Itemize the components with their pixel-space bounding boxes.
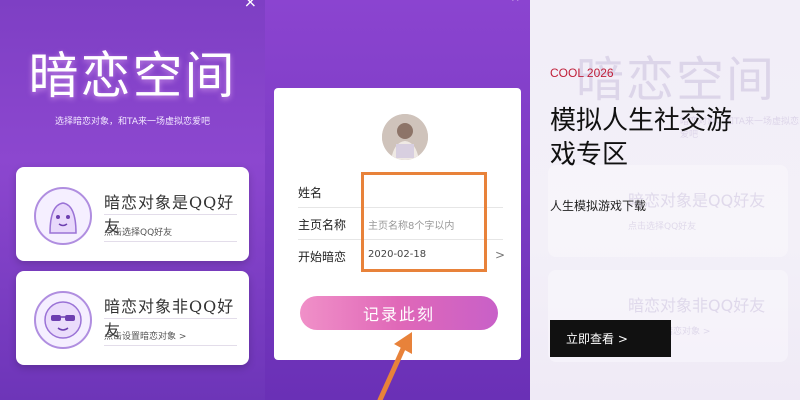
ghost-mascot-icon bbox=[34, 187, 92, 245]
sunglasses-face-icon bbox=[34, 291, 92, 349]
divider bbox=[104, 345, 237, 346]
avatar[interactable] bbox=[382, 114, 428, 160]
ghost-card-subtitle: 点击选择QQ好友 bbox=[628, 222, 697, 232]
annotation-arrow-icon bbox=[377, 332, 412, 400]
record-moment-button[interactable]: 记录此刻 bbox=[300, 296, 498, 330]
card-subtitle: 点击设置暗恋对象 > bbox=[104, 332, 187, 342]
chevron-right-icon: > bbox=[494, 248, 505, 262]
ad-description: 人生模拟游戏下载 bbox=[550, 199, 647, 213]
field-label: 开始暗恋 bbox=[298, 250, 347, 264]
card-qq-friend[interactable]: 暗恋对象是QQ好友 点击选择QQ好友 bbox=[16, 167, 249, 261]
top-bar: × bbox=[265, 0, 530, 5]
ad-headline: 模拟人生社交游戏专区 bbox=[550, 106, 733, 170]
field-label: 姓名 bbox=[298, 186, 323, 200]
ghost-card-title: 暗恋对象是QQ好友 bbox=[628, 191, 766, 210]
field-label: 主页名称 bbox=[298, 218, 347, 232]
card-subtitle: 点击选择QQ好友 bbox=[104, 228, 173, 238]
view-now-button[interactable]: 立即查看 > bbox=[550, 320, 671, 357]
divider bbox=[104, 318, 237, 319]
close-icon[interactable]: × bbox=[511, 0, 520, 4]
ad-panel: 暗恋空间 暗恋对象，和TA来一场虚拟恋爱吧 暗恋对象是QQ好友 点击选择QQ好友… bbox=[530, 0, 800, 400]
highlight-box bbox=[361, 172, 487, 272]
divider bbox=[104, 241, 237, 242]
divider bbox=[104, 214, 237, 215]
ad-tag: COOL 2026 bbox=[550, 66, 614, 80]
app-subtitle: 选择暗恋对象，和TA来一场虚拟恋爱吧 bbox=[55, 117, 210, 127]
close-icon[interactable]: × bbox=[244, 0, 257, 11]
app-title: 暗恋空间 bbox=[28, 47, 237, 105]
left-phone-screen: × 暗恋空间 选择暗恋对象，和TA来一场虚拟恋爱吧 暗恋对象是QQ好友 点击选择… bbox=[0, 0, 265, 400]
card-non-qq-friend[interactable]: 暗恋对象非QQ好友 点击设置暗恋对象 > bbox=[16, 271, 249, 365]
ghost-card-title: 暗恋对象非QQ好友 bbox=[628, 296, 766, 315]
